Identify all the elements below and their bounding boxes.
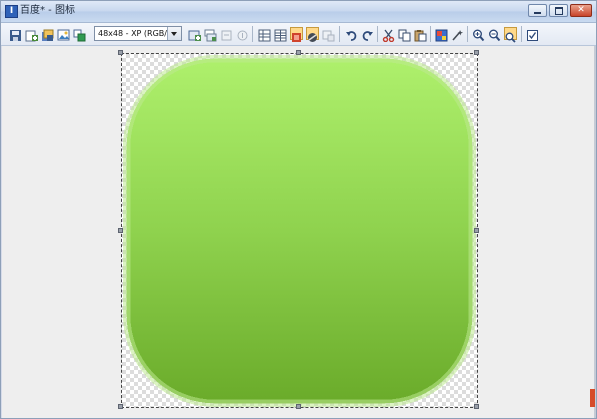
grid-icon[interactable] bbox=[258, 27, 271, 42]
close-icon: ✕ bbox=[577, 5, 585, 15]
save-icon[interactable] bbox=[9, 27, 22, 41]
paste-icon[interactable] bbox=[414, 27, 427, 42]
format-select[interactable]: 48x48 - XP (RGB/A) bbox=[94, 26, 182, 41]
window-title: 百度* - 图标 bbox=[20, 5, 75, 16]
green-rounded-icon-image bbox=[123, 55, 476, 407]
effects-icon[interactable] bbox=[451, 27, 464, 41]
icon-rounded-square bbox=[126, 58, 473, 404]
edge-marker bbox=[590, 389, 595, 407]
export-icon[interactable] bbox=[73, 27, 86, 42]
format-select-value: 48x48 - XP (RGB/A) bbox=[98, 29, 176, 38]
window-controls: ✕ bbox=[528, 4, 592, 18]
color-palette-icon[interactable] bbox=[435, 27, 448, 42]
new-format-icon[interactable] bbox=[204, 27, 217, 42]
cut-icon[interactable] bbox=[382, 27, 395, 43]
toolbar-separator bbox=[339, 26, 340, 42]
toolbar-separator bbox=[430, 26, 431, 42]
zoom-out-icon[interactable] bbox=[488, 27, 501, 42]
resize-handle-top-right[interactable] bbox=[474, 50, 479, 55]
app-icon[interactable]: I bbox=[5, 5, 18, 18]
minimize-button[interactable] bbox=[528, 4, 547, 17]
toolbar-separator bbox=[467, 26, 468, 42]
chevron-down-icon[interactable] bbox=[167, 27, 181, 40]
tile-icon[interactable] bbox=[274, 27, 287, 42]
delete-format-icon[interactable] bbox=[220, 27, 233, 41]
application-window: I 百度* - 图标 ✕ 48x48 - XP (RGB/A) bbox=[0, 0, 597, 419]
minimize-icon bbox=[534, 12, 541, 14]
editor-workspace[interactable] bbox=[2, 46, 595, 418]
open-icon[interactable] bbox=[41, 27, 54, 41]
checkbox-icon[interactable] bbox=[526, 27, 539, 41]
color-mode-icon[interactable] bbox=[290, 27, 303, 42]
title-bar[interactable]: I 百度* - 图标 ✕ bbox=[1, 1, 596, 23]
toolbar-separator bbox=[521, 26, 522, 42]
maximize-button[interactable] bbox=[549, 4, 568, 17]
copy-icon[interactable] bbox=[398, 27, 411, 42]
undo-icon[interactable] bbox=[345, 27, 358, 41]
zoom-in-icon[interactable] bbox=[472, 27, 485, 42]
resize-handle-left[interactable] bbox=[118, 228, 123, 233]
resize-handle-bottom[interactable] bbox=[296, 404, 301, 409]
close-button[interactable]: ✕ bbox=[570, 4, 592, 17]
new-image-icon[interactable] bbox=[25, 27, 38, 42]
toolbar: 48x48 - XP (RGB/A) bbox=[1, 23, 596, 46]
import-image-icon[interactable] bbox=[57, 27, 70, 41]
scrollbar-edge[interactable] bbox=[594, 46, 596, 418]
background-icon[interactable] bbox=[306, 27, 319, 42]
zoom-fit-icon[interactable] bbox=[504, 27, 517, 43]
add-format-icon[interactable] bbox=[188, 27, 201, 41]
frame-icon[interactable] bbox=[322, 27, 335, 42]
resize-handle-right[interactable] bbox=[474, 228, 479, 233]
resize-handle-top-left[interactable] bbox=[118, 50, 123, 55]
redo-icon[interactable] bbox=[361, 27, 374, 41]
toolbar-separator bbox=[377, 26, 378, 42]
format-properties-icon[interactable] bbox=[236, 27, 249, 41]
resize-handle-bottom-right[interactable] bbox=[474, 404, 479, 409]
icon-canvas[interactable] bbox=[121, 53, 478, 408]
maximize-icon bbox=[555, 7, 563, 15]
toolbar-separator bbox=[252, 26, 253, 42]
resize-handle-bottom-left[interactable] bbox=[118, 404, 123, 409]
resize-handle-top[interactable] bbox=[296, 50, 301, 55]
